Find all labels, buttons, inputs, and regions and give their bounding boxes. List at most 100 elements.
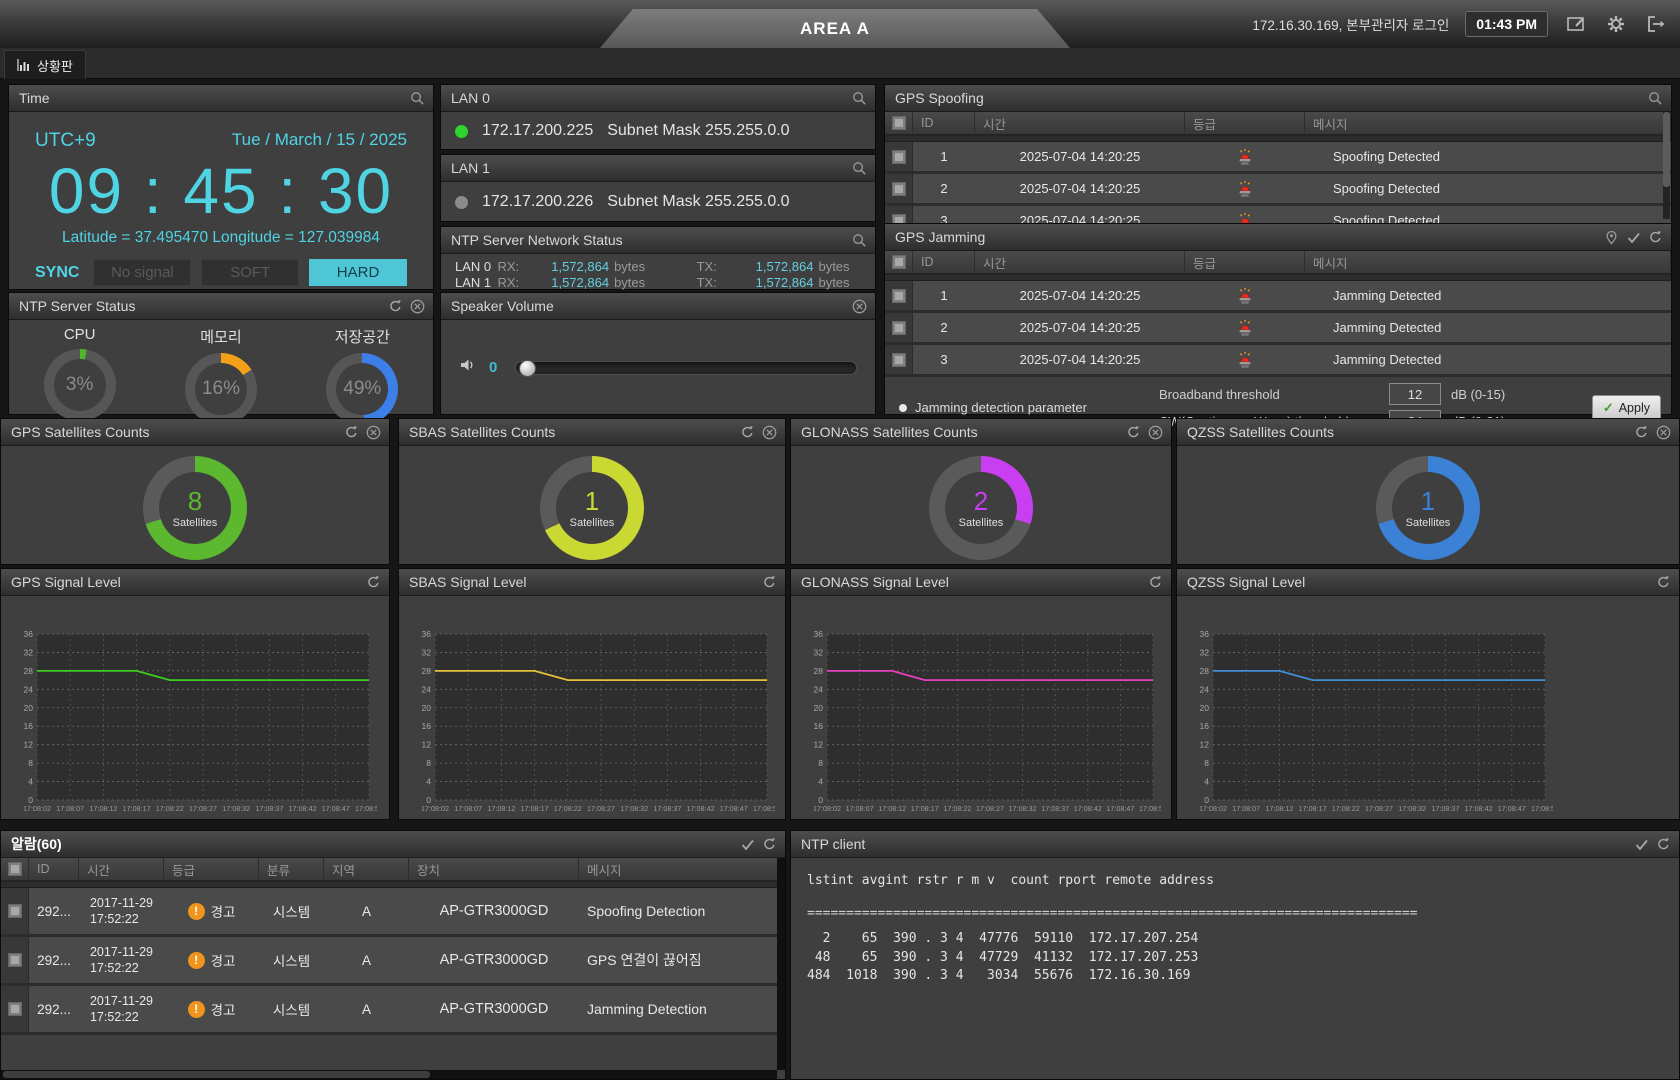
svg-text:8: 8 <box>28 758 33 768</box>
sbas-signal-title: SBAS Signal Level <box>409 574 762 590</box>
alarm-row[interactable]: 292... 2017-11-2917:52:22 !경고 시스템 A AP-G… <box>1 888 785 937</box>
gps-spoofing-title: GPS Spoofing <box>895 90 1648 106</box>
row-checkbox[interactable] <box>892 150 906 164</box>
lan0-panel: LAN 0 172.17.200.225 Subnet Mask 255.255… <box>440 84 876 150</box>
bar-chart-icon <box>17 58 31 72</box>
refresh-icon[interactable] <box>1634 425 1649 440</box>
jamming-row[interactable]: 2 2025-07-04 14:20:25 Jamming Detected <box>885 313 1671 345</box>
refresh-icon[interactable] <box>1148 575 1163 590</box>
lan1-panel: LAN 1 172.17.200.226 Subnet Mask 255.255… <box>440 154 876 222</box>
refresh-icon[interactable] <box>344 425 359 440</box>
search-icon[interactable] <box>852 233 867 248</box>
alarm-row[interactable]: 292... 2017-11-2917:52:22 !경고 시스템 A AP-G… <box>1 937 785 986</box>
select-all-checkbox[interactable] <box>885 112 913 134</box>
col-time[interactable]: 시간 <box>975 112 1185 134</box>
row-checkbox[interactable] <box>892 289 906 303</box>
apply-button[interactable]: ✓ Apply <box>1592 395 1661 421</box>
search-icon[interactable] <box>852 91 867 106</box>
refresh-icon[interactable] <box>1656 575 1671 590</box>
sync-hard-button[interactable]: HARD <box>309 259 407 286</box>
settings-gear-icon[interactable] <box>1604 12 1628 36</box>
row-checkbox[interactable] <box>8 1002 22 1016</box>
close-icon[interactable] <box>762 425 777 440</box>
tab-dashboard[interactable]: 상황판 <box>4 50 86 79</box>
gps-jamming-panel: GPS Jamming ID 시간 등급 메시지 1 2025-07-04 14… <box>884 223 1672 415</box>
row-checkbox[interactable] <box>892 353 906 367</box>
svg-text:28: 28 <box>422 666 432 676</box>
col-id[interactable]: ID <box>913 112 975 134</box>
sync-no-signal-button[interactable]: No signal <box>93 259 191 286</box>
refresh-icon[interactable] <box>762 837 777 852</box>
check-icon[interactable] <box>740 837 755 852</box>
edit-dashboard-icon[interactable] <box>1564 12 1588 36</box>
col-device[interactable]: 장치 <box>409 858 579 880</box>
svg-text:17:08:47: 17:08:47 <box>322 804 350 813</box>
close-icon[interactable] <box>852 299 867 314</box>
scrollbar-horizontal[interactable] <box>1 1070 777 1079</box>
volume-slider[interactable] <box>515 361 857 375</box>
close-icon[interactable] <box>410 299 425 314</box>
col-category[interactable]: 분류 <box>259 858 324 880</box>
close-icon[interactable] <box>366 425 381 440</box>
scrollbar-vertical[interactable] <box>777 858 785 1070</box>
refresh-icon[interactable] <box>1656 837 1671 852</box>
qzss-sat-count-title: QZSS Satellites Counts <box>1187 424 1634 440</box>
area-tab[interactable]: AREA A <box>600 9 1070 48</box>
refresh-icon[interactable] <box>388 299 403 314</box>
search-icon[interactable] <box>1648 91 1663 106</box>
svg-text:17:08:37: 17:08:37 <box>1431 804 1459 813</box>
svg-text:17:08:22: 17:08:22 <box>156 804 184 813</box>
col-id[interactable]: ID <box>913 251 975 273</box>
refresh-icon[interactable] <box>366 575 381 590</box>
svg-text:32: 32 <box>422 647 432 657</box>
svg-text:16: 16 <box>422 721 432 731</box>
col-grade[interactable]: 등급 <box>164 858 259 880</box>
close-icon[interactable] <box>1656 425 1671 440</box>
scrollbar-vertical[interactable] <box>1663 112 1670 219</box>
col-message[interactable]: 메시지 <box>1305 112 1671 134</box>
location-pin-icon[interactable] <box>1604 230 1619 245</box>
spoofing-row[interactable]: 1 2025-07-04 14:20:25 Spoofing Detected <box>885 142 1671 174</box>
alarm-row[interactable]: 292... 2017-11-2917:52:22 !경고 시스템 A AP-G… <box>1 986 785 1035</box>
close-icon[interactable] <box>1148 425 1163 440</box>
broadband-range-label: dB (0-15) <box>1451 387 1505 402</box>
row-checkbox[interactable] <box>8 953 22 967</box>
col-grade[interactable]: 등급 <box>1185 251 1305 273</box>
search-icon[interactable] <box>852 161 867 176</box>
row-checkbox[interactable] <box>8 904 22 918</box>
memory-gauge-label: 메모리 <box>200 326 241 347</box>
row-checkbox[interactable] <box>892 182 906 196</box>
refresh-icon[interactable] <box>740 425 755 440</box>
svg-text:36: 36 <box>24 629 34 639</box>
check-icon[interactable] <box>1634 837 1649 852</box>
row-checkbox[interactable] <box>892 321 906 335</box>
broadband-threshold-input[interactable] <box>1389 383 1441 405</box>
search-icon[interactable] <box>410 91 425 106</box>
select-all-checkbox[interactable] <box>1 858 29 880</box>
spoofing-row[interactable]: 2 2025-07-04 14:20:25 Spoofing Detected <box>885 174 1671 206</box>
refresh-icon[interactable] <box>762 575 777 590</box>
col-region[interactable]: 지역 <box>324 858 409 880</box>
gps-signal-chart: 0481216202428323617:08:0217:08:0717:08:1… <box>9 628 377 816</box>
col-time[interactable]: 시간 <box>975 251 1185 273</box>
refresh-icon[interactable] <box>1126 425 1141 440</box>
sync-label: SYNC <box>35 264 79 282</box>
col-message[interactable]: 메시지 <box>1305 251 1671 273</box>
check-icon[interactable] <box>1626 230 1641 245</box>
refresh-icon[interactable] <box>1648 230 1663 245</box>
jamming-row[interactable]: 1 2025-07-04 14:20:25 Jamming Detected <box>885 281 1671 313</box>
volume-slider-knob[interactable] <box>519 360 536 377</box>
select-all-checkbox[interactable] <box>885 251 913 273</box>
col-grade[interactable]: 등급 <box>1185 112 1305 134</box>
speaker-title: Speaker Volume <box>451 298 852 314</box>
jamming-row[interactable]: 3 2025-07-04 14:20:25 Jamming Detected <box>885 345 1671 377</box>
qzss-signal-panel: QZSS Signal Level 0481216202428323617:08… <box>1176 568 1680 820</box>
col-time[interactable]: 시간 <box>79 858 164 880</box>
logout-icon[interactable] <box>1644 12 1668 36</box>
sync-soft-button[interactable]: SOFT <box>201 259 299 286</box>
svg-text:8: 8 <box>1204 758 1209 768</box>
col-message[interactable]: 메시지 <box>579 858 785 880</box>
svg-text:17:08:47: 17:08:47 <box>1498 804 1526 813</box>
col-id[interactable]: ID <box>29 858 79 880</box>
svg-text:17:08:12: 17:08:12 <box>878 804 906 813</box>
